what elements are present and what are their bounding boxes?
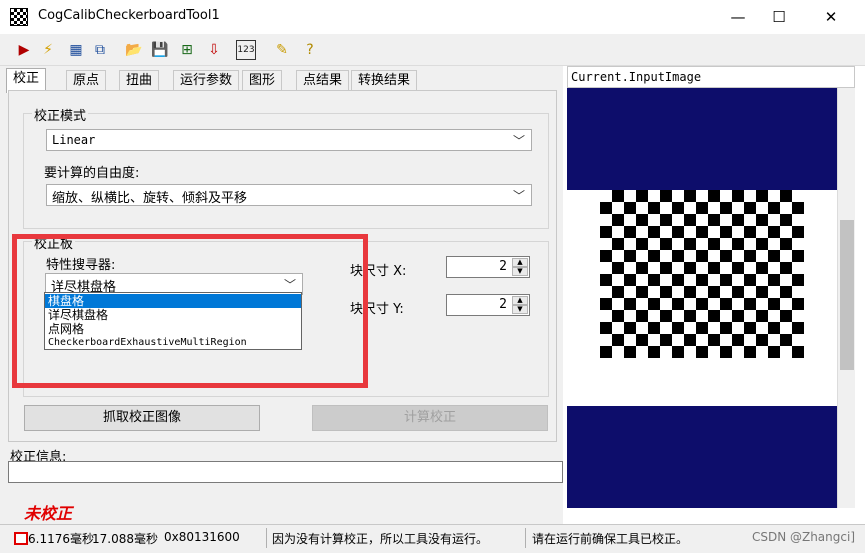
show-image-icon: ▦ — [69, 42, 83, 58]
calib-mode-group: 校正模式 Linear ﹀ 要计算的自由度: 缩放、纵横比、旋转、倾斜及平移 ﹀ — [23, 105, 549, 229]
status-message-1: 因为没有计算校正，所以工具没有运行。 — [272, 532, 489, 546]
watermark-text: CSDN @Zhangci] — [751, 530, 855, 544]
image-title: Current.InputImage — [567, 66, 855, 88]
add-icon: ⧉ — [95, 42, 105, 58]
vertical-scrollbar[interactable] — [837, 88, 855, 508]
image-canvas[interactable] — [567, 88, 837, 508]
status-message-2: 请在运行前确保工具已校正。 — [532, 532, 689, 546]
tab-distortion[interactable]: 扭曲 — [119, 70, 160, 92]
stepper-buttons: ▲ ▼ — [512, 258, 528, 276]
status-separator — [266, 528, 267, 548]
scrollbar-thumb[interactable] — [840, 220, 854, 370]
status-bar: 6.1176毫秒 17.088毫秒 0x80131600 因为没有计算校正，所以… — [0, 524, 865, 553]
chevron-down-icon: ﹀ — [512, 134, 525, 148]
save-icon: 💾 — [151, 42, 169, 58]
window-title: CogCalibCheckerboardTool1 — [38, 8, 220, 23]
red-highlight-box — [12, 234, 368, 388]
uncalibrated-status: 未校正 — [24, 504, 73, 523]
help-button[interactable]: ? — [300, 40, 320, 60]
add-button[interactable]: ⧉ — [90, 40, 110, 60]
checkerboard-image — [600, 190, 804, 358]
counter-button[interactable]: 123 — [236, 40, 256, 60]
minimize-button[interactable]: — — [715, 4, 761, 30]
chevron-down-icon: ﹀ — [512, 189, 525, 203]
checkerboard-app-icon — [10, 8, 28, 26]
electric-button[interactable]: ⚡ — [38, 40, 58, 60]
stepper-down-icon[interactable]: ▼ — [512, 305, 528, 314]
tab-transform-results[interactable]: 转换结果 — [351, 70, 418, 92]
tab-origin[interactable]: 原点 — [66, 70, 107, 92]
edit-button[interactable]: ✎ — [272, 40, 292, 60]
grab-calib-image-button[interactable]: 抓取校正图像 — [24, 405, 260, 431]
calib-mode-select[interactable]: Linear ﹀ — [46, 129, 532, 151]
calib-mode-legend: 校正模式 — [32, 105, 89, 124]
calib-mode-value: Linear — [52, 133, 96, 147]
tile-size-y-stepper[interactable]: 2 ▲ ▼ — [446, 294, 530, 316]
counter-icon: 123 — [236, 40, 256, 60]
electric-icon: ⚡ — [43, 42, 53, 58]
maximize-button[interactable]: ☐ — [756, 4, 802, 30]
tab-run-params[interactable]: 运行参数 — [173, 70, 240, 92]
tile-size-y-value: 2 — [499, 297, 507, 312]
tab-graphics[interactable]: 图形 — [242, 70, 283, 92]
status-time-2: 17.088毫秒 — [92, 532, 158, 546]
dof-label: 要计算的自由度: — [44, 166, 140, 181]
close-button[interactable]: ✕ — [808, 4, 854, 30]
show-image-button[interactable]: ▦ — [66, 40, 86, 60]
save-button[interactable]: 💾 — [150, 40, 170, 60]
stepper-buttons: ▲ ▼ — [512, 296, 528, 314]
tile-size-x-value: 2 — [499, 259, 507, 274]
status-code: 0x80131600 — [164, 530, 240, 544]
stepper-up-icon[interactable]: ▲ — [512, 296, 528, 305]
tool-graph-button[interactable]: ⊞ — [177, 40, 197, 60]
edit-icon: ✎ — [276, 42, 288, 58]
status-separator — [525, 528, 526, 548]
open-folder-button[interactable]: 📂 — [124, 40, 144, 60]
error-status-icon — [14, 532, 28, 545]
image-display-pane: Current.InputImage — [567, 66, 855, 508]
toolbar: ▶ ⚡ ▦ ⧉ 📂 💾 ⊞ ⇩ 123 ✎? — [0, 34, 865, 66]
open-folder-icon: 📂 — [125, 42, 143, 58]
run-icon: ▶ — [18, 42, 30, 58]
tile-size-x-stepper[interactable]: 2 ▲ ▼ — [446, 256, 530, 278]
help-icon: ? — [306, 42, 314, 58]
import-button[interactable]: ⇩ — [204, 40, 224, 60]
stepper-up-icon[interactable]: ▲ — [512, 258, 528, 267]
image-white-area — [567, 190, 837, 406]
status-time-1: 6.1176毫秒 — [28, 532, 94, 546]
compute-calibration-button[interactable]: 计算校正 — [312, 405, 548, 431]
run-button[interactable]: ▶ — [14, 40, 34, 60]
title-bar: CogCalibCheckerboardTool1 — ☐ ✕ — [0, 0, 865, 34]
stepper-down-icon[interactable]: ▼ — [512, 267, 528, 276]
calib-info-box — [8, 461, 563, 483]
import-icon: ⇩ — [208, 42, 220, 58]
tab-point-results[interactable]: 点结果 — [296, 70, 350, 92]
dof-select[interactable]: 缩放、纵横比、旋转、倾斜及平移 ﹀ — [46, 184, 532, 206]
tool-graph-icon: ⊞ — [181, 42, 193, 58]
dof-value: 缩放、纵横比、旋转、倾斜及平移 — [52, 191, 248, 206]
